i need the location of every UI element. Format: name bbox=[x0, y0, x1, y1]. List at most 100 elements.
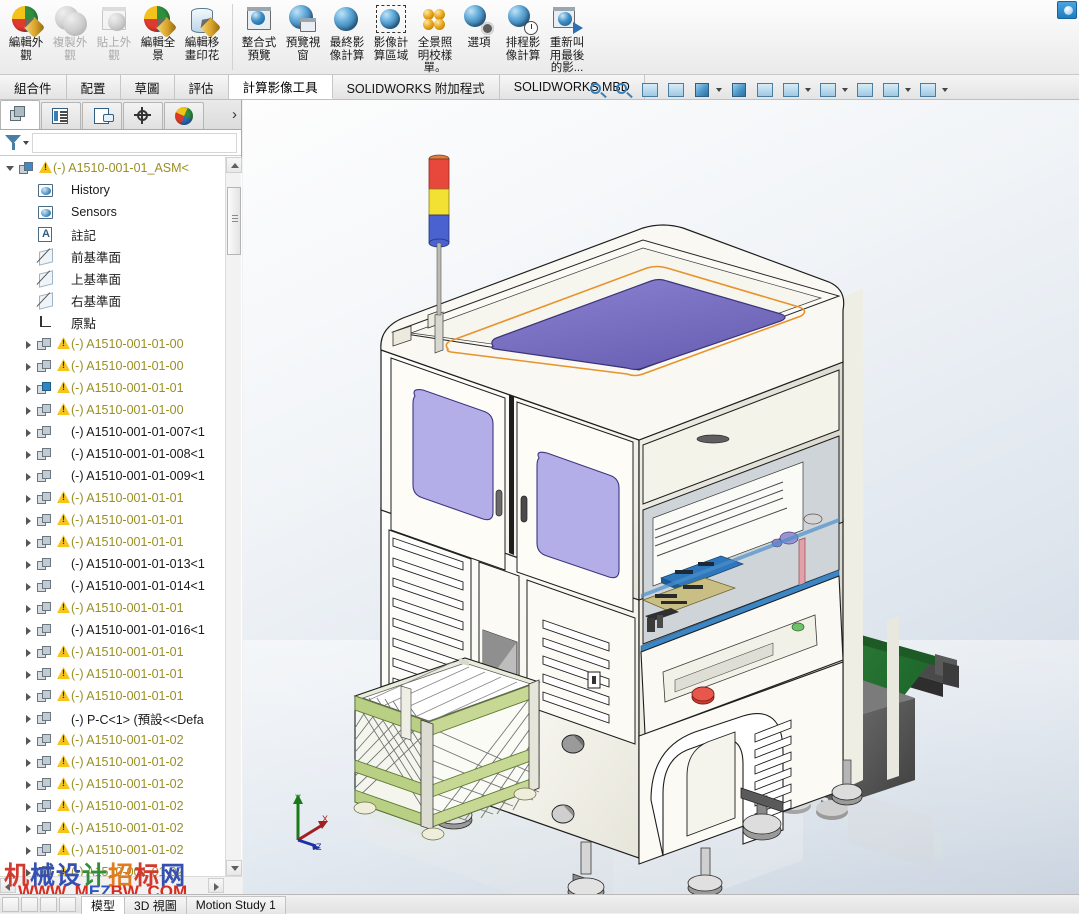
tree-vertical-scrollbar[interactable] bbox=[225, 157, 242, 876]
configuration-manager-tab[interactable] bbox=[82, 102, 122, 129]
tree-item[interactable]: 上基準面 bbox=[0, 267, 226, 289]
tree-item[interactable]: (-) A1510-001-01-02 bbox=[0, 795, 226, 817]
ribbon-button-final-render[interactable]: 最終影像計算 bbox=[325, 0, 369, 70]
tree-item[interactable]: 註記 bbox=[0, 223, 226, 245]
tree-filter-input[interactable] bbox=[32, 133, 237, 153]
expand-twisty[interactable] bbox=[22, 663, 36, 685]
tree-item[interactable]: (-) A1510-001-01-01 bbox=[0, 509, 226, 531]
previous-view-icon[interactable] bbox=[637, 78, 661, 100]
expand-twisty[interactable] bbox=[22, 333, 36, 355]
tree-item[interactable]: (-) A1510-001-01-00 bbox=[0, 399, 226, 421]
command-tab-組合件[interactable]: 組合件 bbox=[0, 75, 67, 99]
scroll-up-button[interactable] bbox=[226, 157, 242, 173]
feature-tree-scroll-area[interactable]: (-) A1510-001-01_ASM< History Sensors 註記前基準… bbox=[0, 157, 242, 876]
filter-funnel-icon[interactable] bbox=[5, 135, 21, 151]
tree-horizontal-scrollbar[interactable] bbox=[0, 876, 242, 894]
expand-twisty[interactable] bbox=[22, 641, 36, 663]
tree-item[interactable]: (-) A1510-001-01-01 bbox=[0, 487, 226, 509]
expand-twisty[interactable] bbox=[22, 729, 36, 751]
tree-item[interactable]: 右基準面 bbox=[0, 289, 226, 311]
tree-item[interactable]: (-) A1510-001-01-02 bbox=[0, 861, 226, 876]
view-settings-icon[interactable] bbox=[778, 78, 802, 100]
tree-item[interactable]: (-) A1510-001-01-009<1 bbox=[0, 465, 226, 487]
expand-twisty[interactable] bbox=[22, 399, 36, 421]
scroll-thumb[interactable] bbox=[227, 187, 241, 255]
tree-item[interactable]: (-) A1510-001-01-01 bbox=[0, 685, 226, 707]
ribbon-button-edit-scene[interactable]: 編輯全景 bbox=[136, 0, 180, 70]
zoom-to-fit-icon[interactable] bbox=[585, 78, 609, 100]
tree-item[interactable]: 前基準面 bbox=[0, 245, 226, 267]
dimxpert-manager-tab[interactable] bbox=[123, 102, 163, 129]
expand-twisty[interactable] bbox=[22, 531, 36, 553]
tree-item[interactable]: (-) A1510-001-01-00 bbox=[0, 333, 226, 355]
chevron-down-icon[interactable] bbox=[23, 141, 29, 145]
tab-next-button[interactable] bbox=[40, 896, 57, 912]
expand-twisty[interactable] bbox=[22, 487, 36, 509]
scroll-down-button[interactable] bbox=[226, 860, 242, 876]
apply-scene-icon[interactable] bbox=[815, 78, 839, 100]
tree-item[interactable]: (-) A1510-001-01-02 bbox=[0, 773, 226, 795]
chevron-down-icon[interactable] bbox=[715, 78, 724, 100]
ribbon-button-options[interactable]: 選項 bbox=[457, 0, 501, 70]
tab-prev-button[interactable] bbox=[21, 896, 38, 912]
expand-twisty[interactable] bbox=[22, 443, 36, 465]
expand-twisty[interactable] bbox=[22, 619, 36, 641]
ribbon-button-edit-appearance[interactable]: 編輯外觀 bbox=[4, 0, 48, 70]
scroll-left-button[interactable] bbox=[0, 878, 16, 893]
display-style-icon[interactable] bbox=[726, 78, 750, 100]
apply-scene-ball-icon[interactable] bbox=[878, 78, 902, 100]
expand-twisty[interactable] bbox=[22, 509, 36, 531]
document-tab-Motion-Study-1[interactable]: Motion Study 1 bbox=[185, 895, 286, 914]
ribbon-button-preview-window[interactable]: 預覽視窗 bbox=[281, 0, 325, 70]
command-tab-計算影像工具[interactable]: 計算影像工具 bbox=[228, 75, 333, 99]
expand-twisty[interactable] bbox=[22, 421, 36, 443]
tree-item[interactable]: (-) A1510-001-01-00 bbox=[0, 355, 226, 377]
feature-tree-tab[interactable] bbox=[0, 100, 40, 129]
tree-item[interactable]: (-) A1510-001-01-014<1 bbox=[0, 575, 226, 597]
chevron-down-icon[interactable] bbox=[941, 78, 950, 100]
tree-item[interactable]: 原點 bbox=[0, 311, 226, 333]
expand-twisty[interactable] bbox=[22, 861, 36, 876]
chevron-down-icon[interactable] bbox=[804, 78, 813, 100]
tree-item[interactable]: (-) A1510-001-01-02 bbox=[0, 839, 226, 861]
viewport-layout-icon[interactable] bbox=[915, 78, 939, 100]
graphics-viewport[interactable]: Y X Z bbox=[243, 100, 1079, 894]
expand-twisty[interactable] bbox=[22, 685, 36, 707]
command-tab-草圖[interactable]: 草圖 bbox=[120, 75, 175, 99]
section-view-icon[interactable] bbox=[663, 78, 687, 100]
ribbon-button-schedule-render[interactable]: 排程影像計算 bbox=[501, 0, 545, 70]
chevron-down-icon[interactable] bbox=[841, 78, 850, 100]
tree-item[interactable]: (-) A1510-001-01-007<1 bbox=[0, 421, 226, 443]
tree-item[interactable]: (-) A1510-001-01-02 bbox=[0, 817, 226, 839]
expand-twisty[interactable] bbox=[22, 795, 36, 817]
hide-show-items-icon[interactable] bbox=[752, 78, 776, 100]
ribbon-button-copy-appearance[interactable]: 複製外觀 bbox=[48, 0, 92, 70]
tree-item[interactable]: (-) A1510-001-01-01 bbox=[0, 663, 226, 685]
expand-twisty[interactable] bbox=[22, 465, 36, 487]
expand-twisty[interactable] bbox=[22, 355, 36, 377]
expand-twisty[interactable] bbox=[22, 377, 36, 399]
ribbon-button-scene-illumination-proof[interactable]: 全景照明校樣單。 bbox=[413, 0, 457, 76]
expand-twisty[interactable] bbox=[22, 553, 36, 575]
expand-twisty[interactable] bbox=[22, 773, 36, 795]
tree-item[interactable]: (-) A1510-001-01-01 bbox=[0, 641, 226, 663]
tree-item[interactable]: History bbox=[0, 179, 226, 201]
ribbon-button-integrated-preview[interactable]: 整合式預覽 bbox=[237, 0, 281, 70]
view-orientation-icon[interactable] bbox=[689, 78, 713, 100]
solidworks-help-button[interactable] bbox=[1057, 1, 1077, 19]
tree-item[interactable]: (-) A1510-001-01-008<1 bbox=[0, 443, 226, 465]
property-manager-tab[interactable] bbox=[41, 102, 81, 129]
tree-item[interactable]: Sensors bbox=[0, 201, 226, 223]
tab-first-button[interactable] bbox=[2, 896, 19, 912]
expand-twisty[interactable] bbox=[22, 575, 36, 597]
tree-item[interactable]: (-) A1510-001-01-013<1 bbox=[0, 553, 226, 575]
tree-item[interactable]: (-) A1510-001-01-01 bbox=[0, 531, 226, 553]
zoom-to-area-icon[interactable] bbox=[611, 78, 635, 100]
display-manager-tab[interactable] bbox=[164, 102, 204, 129]
tree-item[interactable]: (-) A1510-001-01-02 bbox=[0, 751, 226, 773]
tree-item[interactable]: (-) A1510-001-01-016<1 bbox=[0, 619, 226, 641]
command-tab-配置[interactable]: 配置 bbox=[66, 75, 121, 99]
ribbon-button-render-region[interactable]: 影像計算區域 bbox=[369, 0, 413, 70]
collapse-twisty[interactable] bbox=[4, 157, 18, 179]
ribbon-button-paste-appearance[interactable]: 貼上外觀 bbox=[92, 0, 136, 70]
